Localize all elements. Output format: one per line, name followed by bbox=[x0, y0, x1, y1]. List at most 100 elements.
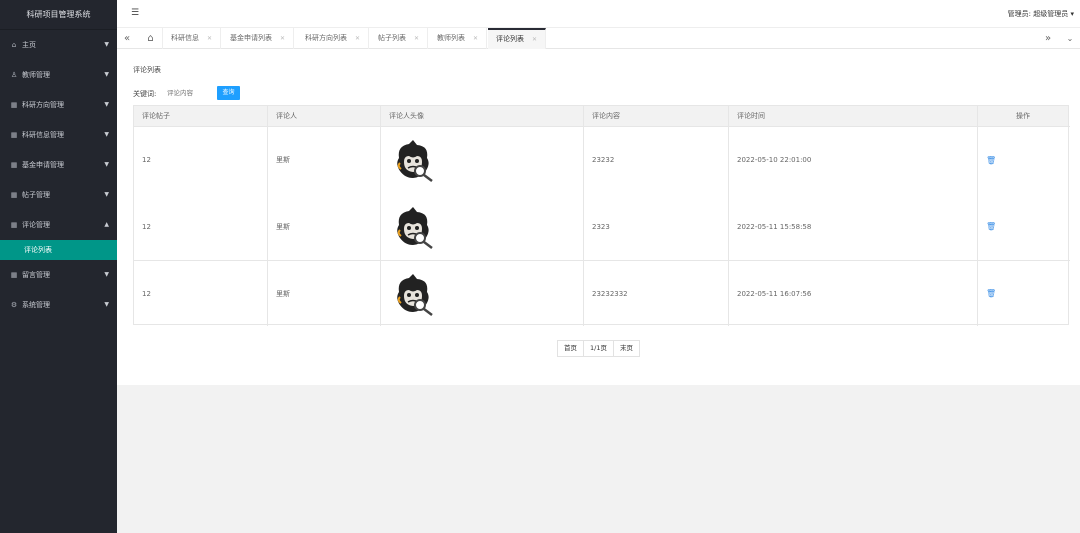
tab-label: 评论列表 bbox=[496, 35, 524, 43]
sidebar-item-research-direction[interactable]: ▦ 科研方向管理 ▼ bbox=[0, 90, 117, 120]
user-icon: ♙ bbox=[10, 71, 18, 79]
home-icon: ⌂ bbox=[11, 41, 17, 49]
chevron-down-icon: ▼ bbox=[104, 101, 109, 108]
chevron-up-icon: ▲ bbox=[104, 221, 109, 228]
sidebar-item-system[interactable]: ⚙ 系统管理 ▼ bbox=[0, 290, 117, 320]
chevron-down-icon: ▼ bbox=[104, 271, 109, 278]
close-icon[interactable]: ✕ bbox=[280, 35, 285, 42]
delete-icon[interactable]: 🗑 bbox=[986, 289, 996, 298]
cell-content: 23232332 bbox=[583, 261, 728, 326]
avatar bbox=[397, 273, 433, 316]
sidebar-item-label: 主页 bbox=[22, 41, 36, 49]
calendar-icon: ▦ bbox=[10, 221, 18, 229]
column-header: 操作 bbox=[977, 106, 1068, 126]
calendar-icon: ▦ bbox=[10, 101, 18, 109]
close-icon[interactable]: ✕ bbox=[207, 35, 212, 42]
keyword-input[interactable] bbox=[164, 85, 212, 100]
calendar-icon: ▦ bbox=[10, 131, 18, 139]
pagination: 首页 1/1页 末页 bbox=[557, 340, 640, 357]
query-button[interactable]: 查询 bbox=[217, 86, 240, 100]
column-header: 评论时间 bbox=[728, 106, 977, 126]
calendar-icon: ▦ bbox=[10, 191, 18, 199]
avatar bbox=[397, 206, 433, 249]
tabs-scroll-right-icon[interactable]: » bbox=[1038, 28, 1058, 49]
gear-icon: ⚙ bbox=[10, 301, 18, 309]
delete-icon[interactable]: 🗑 bbox=[986, 222, 996, 231]
tab-post-list[interactable]: 帖子列表 ✕ bbox=[370, 28, 429, 49]
sidebar-item-label: 评论管理 bbox=[22, 221, 50, 229]
tab-label: 科研信息 bbox=[171, 34, 199, 42]
tab-label: 科研方向列表 bbox=[305, 34, 347, 42]
calendar-icon: ▦ bbox=[10, 161, 18, 169]
tab-label: 教师列表 bbox=[437, 34, 465, 42]
column-header: 评论内容 bbox=[583, 106, 728, 126]
tab-label: 帖子列表 bbox=[378, 34, 406, 42]
column-header: 评论人头像 bbox=[380, 106, 583, 126]
avatar bbox=[397, 140, 433, 182]
chevron-down-icon: ▼ bbox=[104, 191, 109, 198]
sidebar: 科研项目管理系统 ⌂ 主页 ▼ ♙ 教师管理 ▼ ▦ 科研方向管理 ▼ ▦ 科研信息管理 ▼ ▦… bbox=[0, 0, 117, 533]
close-icon[interactable]: ✕ bbox=[355, 35, 360, 42]
table-row: 12 里斯 2323 2022-05-11 15:58:58 🗑 bbox=[134, 193, 1070, 260]
chevron-down-icon: ▼ bbox=[104, 161, 109, 168]
cell-post: 12 bbox=[142, 156, 151, 164]
keyword-label: 关键词: bbox=[133, 90, 157, 98]
sidebar-item-fund-application[interactable]: ▦ 基金申请管理 ▼ bbox=[0, 150, 117, 180]
close-icon[interactable]: ✕ bbox=[532, 36, 537, 43]
sidebar-item-comments[interactable]: ▦ 评论管理 ▲ bbox=[0, 210, 117, 240]
cell-content: 2323 bbox=[583, 193, 728, 260]
sidebar-item-messages[interactable]: ▦ 留言管理 ▼ bbox=[0, 260, 117, 290]
calendar-icon: ▦ bbox=[10, 271, 18, 279]
admin-menu[interactable]: 管理员: 超级管理员 ▾ bbox=[1008, 9, 1074, 19]
tab-fund-application-list[interactable]: 基金申请列表 ✕ bbox=[222, 28, 295, 49]
cell-post: 12 bbox=[142, 222, 151, 231]
tab-teacher-list[interactable]: 教师列表 ✕ bbox=[429, 28, 488, 49]
sidebar-subitem-comment-list[interactable]: 评论列表 bbox=[0, 240, 117, 260]
comments-table: 评论帖子 评论人 评论人头像 评论内容 评论时间 操作 12 里斯 23232 … bbox=[133, 105, 1070, 326]
close-icon[interactable]: ✕ bbox=[473, 35, 478, 42]
avatar-cell bbox=[380, 261, 583, 326]
action-cell: 🗑 bbox=[977, 127, 1068, 193]
chevron-down-icon: ▼ bbox=[104, 301, 109, 308]
chevron-down-icon[interactable]: ⌄ bbox=[1060, 28, 1080, 49]
sidebar-item-home[interactable]: ⌂ 主页 ▼ bbox=[0, 30, 117, 60]
sidebar-item-teachers[interactable]: ♙ 教师管理 ▼ bbox=[0, 60, 117, 90]
chevron-down-icon: ▼ bbox=[104, 131, 109, 138]
column-header: 评论人 bbox=[267, 106, 380, 126]
action-cell: 🗑 bbox=[977, 261, 1068, 326]
tabs-scroll-left-icon[interactable]: « bbox=[117, 28, 137, 49]
cell-time: 2022-05-10 22:01:00 bbox=[728, 127, 977, 193]
table-row: 12 里斯 23232 2022-05-10 22:01:00 🗑 bbox=[134, 126, 1070, 193]
sidebar-item-label: 系统管理 bbox=[22, 301, 50, 309]
chevron-down-icon: ▼ bbox=[104, 41, 109, 48]
tab-research-direction-list[interactable]: 科研方向列表 ✕ bbox=[297, 28, 370, 49]
cell-user: 里斯 bbox=[267, 261, 380, 326]
delete-icon[interactable]: 🗑 bbox=[986, 156, 996, 165]
sidebar-item-posts[interactable]: ▦ 帖子管理 ▼ bbox=[0, 180, 117, 210]
tab-label: 基金申请列表 bbox=[230, 34, 272, 42]
sidebar-item-research-info[interactable]: ▦ 科研信息管理 ▼ bbox=[0, 120, 117, 150]
avatar-cell bbox=[380, 127, 583, 193]
main-content: 评论列表 关键词: 查询 评论帖子 评论人 评论人头像 评论内容 评论时间 操作… bbox=[117, 49, 1080, 385]
sidebar-item-label: 教师管理 bbox=[22, 71, 50, 79]
home-icon[interactable]: ⌂ bbox=[139, 28, 163, 49]
page-info: 1/1页 bbox=[584, 341, 614, 356]
sidebar-item-label: 帖子管理 bbox=[22, 191, 50, 199]
column-header: 评论帖子 bbox=[142, 112, 170, 120]
cell-time: 2022-05-11 15:58:58 bbox=[728, 193, 977, 260]
sidebar-item-label: 科研方向管理 bbox=[22, 101, 64, 109]
chevron-down-icon: ▼ bbox=[104, 71, 109, 78]
first-page-button[interactable]: 首页 bbox=[558, 341, 584, 356]
menu-toggle-icon[interactable]: ☰ bbox=[131, 8, 139, 18]
tab-comment-list[interactable]: 评论列表 ✕ bbox=[488, 28, 547, 49]
avatar-cell bbox=[380, 193, 583, 260]
table-header: 评论帖子 评论人 评论人头像 评论内容 评论时间 操作 bbox=[134, 106, 1068, 126]
tab-research-info[interactable]: 科研信息 ✕ bbox=[163, 28, 222, 49]
last-page-button[interactable]: 末页 bbox=[614, 341, 639, 356]
cell-content: 23232 bbox=[583, 127, 728, 193]
cell-time: 2022-05-11 16:07:56 bbox=[728, 261, 977, 326]
page-title: 评论列表 bbox=[133, 66, 161, 74]
sidebar-item-label: 留言管理 bbox=[22, 271, 50, 279]
close-icon[interactable]: ✕ bbox=[414, 35, 419, 42]
cell-user: 里斯 bbox=[267, 127, 380, 193]
